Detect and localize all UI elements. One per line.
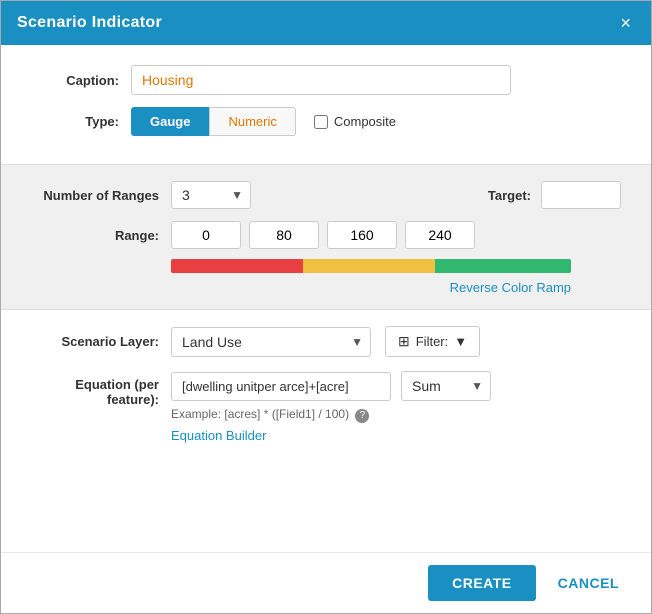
dialog-title: Scenario Indicator: [17, 14, 162, 32]
equation-input-row: Sum Average Count ▼: [171, 371, 621, 401]
ranges-select-wrapper: 3 4 5 ▼: [171, 181, 251, 209]
composite-label[interactable]: Composite: [314, 114, 396, 129]
target-input[interactable]: [541, 181, 621, 209]
example-text: Example: [acres] * ([Field1] / 100) ?: [171, 407, 621, 423]
filter-layers-icon: ⊞: [398, 333, 410, 350]
equation-label: Equation (per feature):: [31, 371, 171, 407]
example-text-content: Example: [acres] * ([Field1] / 100): [171, 407, 349, 421]
range-input-3[interactable]: [405, 221, 475, 249]
composite-text: Composite: [334, 114, 396, 129]
range-inputs: [171, 221, 475, 249]
help-icon[interactable]: ?: [355, 409, 369, 423]
dialog-header: Scenario Indicator ×: [1, 1, 651, 45]
caption-row: Caption:: [31, 65, 621, 95]
reverse-color-ramp-link[interactable]: Reverse Color Ramp: [450, 280, 571, 295]
target-group: Target:: [488, 181, 621, 209]
num-ranges-label: Number of Ranges: [31, 188, 171, 203]
color-ramp-section: Reverse Color Ramp: [31, 259, 621, 297]
ranges-select[interactable]: 3 4 5: [171, 181, 251, 209]
filter-button[interactable]: ⊞ Filter: ▼: [385, 326, 480, 357]
range-input-2[interactable]: [327, 221, 397, 249]
sum-select[interactable]: Sum Average Count: [401, 371, 491, 401]
equation-builder-link[interactable]: Equation Builder: [171, 428, 266, 443]
equation-input[interactable]: [171, 372, 391, 401]
scenario-indicator-dialog: Scenario Indicator × Caption: Type: Gaug…: [0, 0, 652, 614]
sum-select-wrapper: Sum Average Count ▼: [401, 371, 491, 401]
type-buttons: Gauge Numeric Composite: [131, 107, 396, 136]
dialog-footer: CREATE CANCEL: [1, 552, 651, 613]
cancel-button[interactable]: CANCEL: [546, 565, 631, 601]
create-button[interactable]: CREATE: [428, 565, 536, 601]
middle-section: Number of Ranges 3 4 5 ▼ Target: Range:: [1, 164, 651, 310]
composite-checkbox[interactable]: [314, 115, 328, 129]
filter-arrow-icon: ▼: [454, 334, 467, 349]
target-label: Target:: [488, 188, 531, 203]
layer-select[interactable]: Land Use: [171, 327, 371, 357]
range-label: Range:: [31, 228, 171, 243]
caption-input[interactable]: [131, 65, 511, 95]
ranges-row: Number of Ranges 3 4 5 ▼ Target:: [31, 181, 621, 209]
reverse-color-ramp-container: Reverse Color Ramp: [171, 279, 571, 297]
color-ramp-bar: [171, 259, 571, 273]
close-button[interactable]: ×: [616, 12, 635, 34]
top-section: Caption: Type: Gauge Numeric Composite: [1, 45, 651, 164]
equation-row: Equation (per feature): Sum Average Coun…: [31, 371, 621, 445]
scenario-layer-label: Scenario Layer:: [31, 334, 171, 349]
range-input-1[interactable]: [249, 221, 319, 249]
bottom-section: Scenario Layer: Land Use ▼ ⊞ Filter: ▼ E…: [1, 310, 651, 552]
filter-label: Filter:: [416, 334, 449, 349]
range-input-0[interactable]: [171, 221, 241, 249]
type-row: Type: Gauge Numeric Composite: [31, 107, 621, 136]
equation-right: Sum Average Count ▼ Example: [acres] * (…: [171, 371, 621, 445]
layer-select-wrapper: Land Use ▼: [171, 327, 371, 357]
type-label: Type:: [31, 114, 131, 129]
gauge-button[interactable]: Gauge: [131, 107, 209, 136]
numeric-button[interactable]: Numeric: [209, 107, 295, 136]
dialog-body: Caption: Type: Gauge Numeric Composite N…: [1, 45, 651, 552]
range-row: Range:: [31, 221, 621, 249]
caption-label: Caption:: [31, 73, 131, 88]
scenario-layer-row: Scenario Layer: Land Use ▼ ⊞ Filter: ▼: [31, 326, 621, 357]
